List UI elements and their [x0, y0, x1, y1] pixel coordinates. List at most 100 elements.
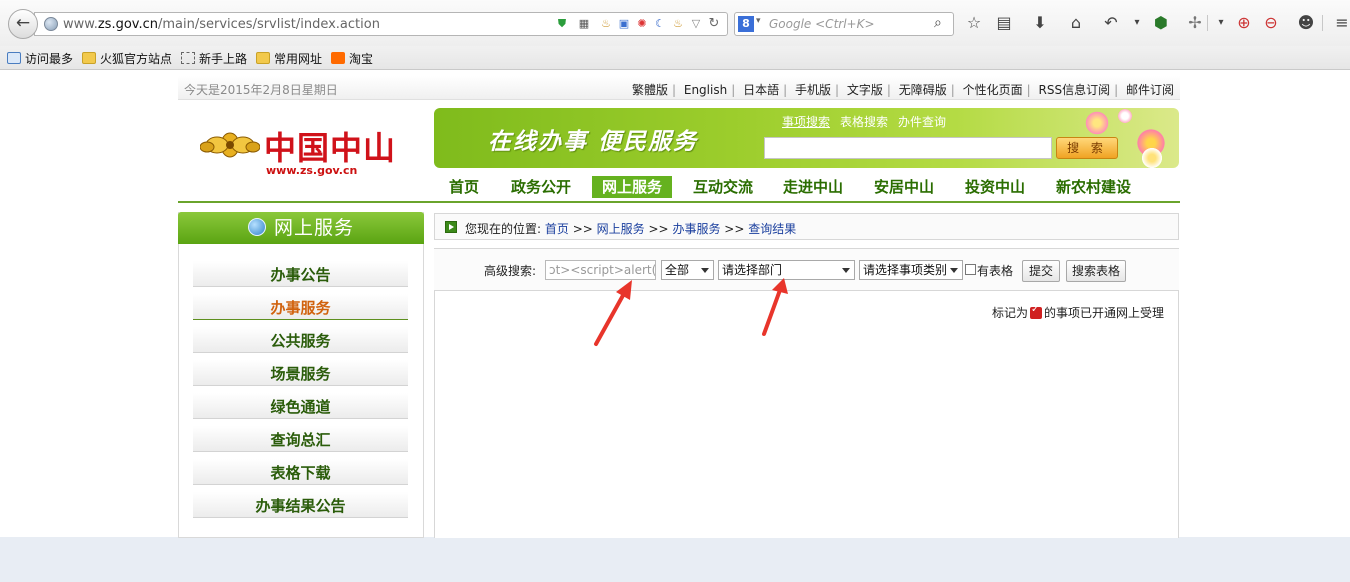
java-icon[interactable]: ♨ — [599, 17, 613, 31]
nav-home[interactable]: 首页 — [449, 176, 479, 198]
banner-search-button[interactable]: 搜 索 — [1056, 137, 1118, 159]
chevron-down-icon — [950, 268, 958, 273]
star-icon[interactable]: ☆ — [964, 13, 984, 33]
has-form-label: 有表格 — [977, 264, 1014, 278]
nav-interaction[interactable]: 互动交流 — [693, 176, 753, 198]
folder-icon — [256, 52, 270, 64]
shield-icon[interactable]: ⛊ — [555, 17, 569, 31]
java-icon-2[interactable]: ♨ — [671, 17, 685, 31]
most-visited-icon — [7, 52, 21, 64]
url-text[interactable]: www.zs.gov.cn/main/services/srvlist/inde… — [63, 17, 380, 32]
link-japanese[interactable]: 日本語 — [743, 83, 779, 97]
chat-icon[interactable]: ☻ — [1296, 13, 1316, 33]
sidebar-item-green-channel[interactable]: 绿色通道 — [193, 393, 408, 419]
shield-addon-icon[interactable]: ⬢ — [1151, 13, 1171, 33]
dropdown-arrow-icon[interactable]: ▽ — [689, 17, 703, 31]
annotation-arrow-1 — [594, 280, 632, 346]
bookmark-common-sites[interactable]: 常用网址 — [256, 50, 322, 67]
globe-icon — [247, 218, 266, 236]
sidebar-item-services[interactable]: 办事服务 — [193, 294, 408, 320]
keyword-input[interactable]: ɔt><script>alert(1 — [545, 260, 656, 280]
undo-icon[interactable]: ↶ — [1101, 13, 1121, 33]
zoom-out-icon[interactable]: ⊖ — [1261, 13, 1281, 33]
bug-icon[interactable]: ✢ — [1185, 13, 1205, 33]
flower-decoration-icon — [1140, 146, 1164, 168]
banner-search-tabs: 事项搜索 表格搜索 办件查询 — [782, 113, 956, 130]
link-accessible[interactable]: 无障碍版 — [899, 83, 947, 97]
chevron-down-icon — [701, 268, 709, 273]
chevron-down-icon[interactable]: ▾ — [1211, 13, 1231, 33]
link-text-version[interactable]: 文字版 — [847, 83, 883, 97]
scope-select[interactable]: 全部 — [661, 260, 714, 280]
link-email-subscribe[interactable]: 邮件订阅 — [1126, 83, 1174, 97]
link-english[interactable]: English — [684, 83, 727, 97]
breadcrumb-home[interactable]: 首页 — [545, 222, 569, 236]
sidebar-item-results[interactable]: 办事结果公告 — [193, 492, 408, 518]
nav-about-zhongshan[interactable]: 走进中山 — [783, 176, 843, 198]
nav-invest[interactable]: 投资中山 — [965, 176, 1025, 198]
sidebar-item-scenario-services[interactable]: 场景服务 — [193, 360, 408, 386]
logo-url: www.zs.gov.cn — [266, 164, 358, 177]
sidebar-item-public-services[interactable]: 公共服务 — [193, 327, 408, 353]
nav-new-village[interactable]: 新农村建设 — [1056, 176, 1131, 198]
crescent-icon[interactable]: ☾ — [653, 17, 667, 31]
chevron-down-icon[interactable]: ▾ — [756, 16, 761, 26]
bookmarks-list-icon[interactable]: ▤ — [994, 13, 1014, 33]
breadcrumb-online-services[interactable]: 网上服务 — [597, 222, 645, 236]
link-rss[interactable]: RSS信息订阅 — [1039, 83, 1111, 97]
tab-form-search[interactable]: 表格搜索 — [840, 115, 888, 129]
top-links: 繁體版 | English | 日本語 | 手机版 | 文字版 | 无障碍版 | 个性化页面… — [631, 83, 1174, 97]
site-logo[interactable]: 中国中山 www.zs.gov.cn — [200, 120, 415, 182]
plugin-icon[interactable]: ▣ — [617, 17, 631, 31]
has-form-checkbox[interactable] — [965, 264, 976, 275]
tab-case-query[interactable]: 办件查询 — [898, 115, 946, 129]
annotation-arrow-2 — [762, 278, 788, 336]
main-nav: 首页 政务公开 网上服务 互动交流 走进中山 安居中山 投资中山 新农村建设 — [434, 176, 1179, 200]
nav-online-services[interactable]: 网上服务 — [592, 176, 673, 198]
category-select[interactable]: 请选择事项类别 — [859, 260, 963, 280]
breadcrumb-services[interactable]: 办事服务 — [672, 222, 720, 236]
banner-slogan: 在线办事 便民服务 — [488, 128, 699, 155]
site-topbar: 今天是2015年2月8日星期日 繁體版 | English | 日本語 | 手机版 | … — [178, 76, 1180, 100]
download-icon[interactable]: ⬇ — [1030, 13, 1050, 33]
department-select[interactable]: 请选择部门 — [718, 260, 855, 280]
submit-button[interactable]: 提交 — [1022, 260, 1060, 282]
folder-icon — [82, 52, 96, 64]
link-personalize[interactable]: 个性化页面 — [963, 83, 1023, 97]
chevron-down-icon[interactable]: ▾ — [1127, 13, 1147, 33]
bookmark-getting-started[interactable]: 新手上路 — [181, 50, 247, 67]
gear-plugin-icon[interactable]: ✺ — [635, 17, 649, 31]
page-bottom-strip — [0, 537, 1350, 582]
banner-search-input[interactable] — [764, 137, 1052, 159]
browser-search-bar[interactable]: 8 ▾ Google <Ctrl+K> ⌕ — [734, 12, 954, 36]
search-engine-icon[interactable]: 8 — [738, 16, 754, 32]
breadcrumb-text: 您现在的位置: 首页 >> 网上服务 >> 办事服务 >> 查询结果 — [465, 222, 797, 236]
zoom-in-icon[interactable]: ⊕ — [1234, 13, 1254, 33]
sidebar-item-announcements[interactable]: 办事公告 — [193, 261, 408, 287]
advanced-search-label: 高级搜索: — [484, 264, 537, 278]
bookmark-most-visited[interactable]: 访问最多 — [7, 50, 73, 67]
back-button[interactable]: ← — [8, 9, 38, 39]
search-icon[interactable]: ⌕ — [934, 15, 942, 31]
chevron-down-icon — [842, 268, 850, 273]
link-mobile[interactable]: 手机版 — [795, 83, 831, 97]
url-bar[interactable]: www.zs.gov.cn/main/services/srvlist/inde… — [34, 12, 728, 36]
search-forms-button[interactable]: 搜索表格 — [1066, 260, 1126, 282]
home-icon[interactable]: ⌂ — [1066, 13, 1086, 33]
bookmark-firefox-sites[interactable]: 火狐官方站点 — [82, 50, 172, 67]
sidebar-item-query-summary[interactable]: 查询总汇 — [193, 426, 408, 452]
nav-gov-affairs[interactable]: 政务公开 — [511, 176, 571, 198]
nav-living[interactable]: 安居中山 — [874, 176, 934, 198]
sidebar-title: 网上服务 — [178, 212, 424, 244]
bookmark-taobao[interactable]: 淘宝 — [331, 50, 373, 67]
menu-icon[interactable]: ≡ — [1332, 13, 1350, 33]
link-traditional[interactable]: 繁體版 — [632, 83, 668, 97]
reload-icon[interactable]: ↻ — [707, 17, 721, 31]
bookmarks-bar: 访问最多 火狐官方站点 新手上路 常用网址 淘宝 — [0, 46, 1350, 70]
breadcrumb-results[interactable]: 查询结果 — [748, 222, 796, 236]
search-placeholder[interactable]: Google <Ctrl+K> — [769, 17, 875, 31]
qr-code-icon[interactable]: ▦ — [577, 17, 591, 31]
sidebar-item-form-download[interactable]: 表格下载 — [193, 459, 408, 485]
tab-item-search[interactable]: 事项搜索 — [782, 115, 830, 129]
content-panel — [434, 248, 1179, 538]
